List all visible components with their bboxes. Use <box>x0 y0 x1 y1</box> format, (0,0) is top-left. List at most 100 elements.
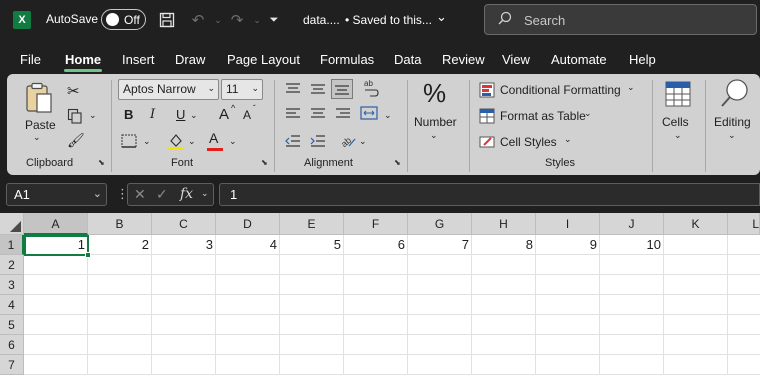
cell-styles-icon[interactable] <box>479 134 495 153</box>
cell-d7[interactable] <box>216 355 280 375</box>
undo-dropdown-icon[interactable]: ⌄ <box>208 10 228 30</box>
fill-color-dropdown-icon[interactable]: ⌄ <box>188 136 196 147</box>
cell-e1[interactable]: 5 <box>280 235 344 255</box>
cell-b1[interactable]: 2 <box>88 235 152 255</box>
cell-e6[interactable] <box>280 335 344 355</box>
tab-view[interactable]: View <box>502 52 530 67</box>
tab-page-layout[interactable]: Page Layout <box>227 52 300 67</box>
cell-b2[interactable] <box>88 255 152 275</box>
insert-function-button[interactable]: fx <box>180 186 193 202</box>
cell-a2[interactable] <box>24 255 88 275</box>
cell-l2[interactable] <box>728 255 760 275</box>
cell-c2[interactable] <box>152 255 216 275</box>
column-header-k[interactable]: K <box>664 213 728 235</box>
cell-d2[interactable] <box>216 255 280 275</box>
cell-e7[interactable] <box>280 355 344 375</box>
cell-i1[interactable]: 9 <box>536 235 600 255</box>
cell-k2[interactable] <box>664 255 728 275</box>
row-header-1[interactable]: 1 <box>0 235 24 255</box>
cell-i6[interactable] <box>536 335 600 355</box>
cells-dropdown-icon[interactable]: ⌄ <box>674 130 682 141</box>
cell-i5[interactable] <box>536 315 600 335</box>
cell-b6[interactable] <box>88 335 152 355</box>
cell-d1[interactable]: 4 <box>216 235 280 255</box>
cell-d3[interactable] <box>216 275 280 295</box>
copy-icon[interactable] <box>67 108 83 127</box>
cell-k7[interactable] <box>664 355 728 375</box>
increase-font-size-button[interactable]: A <box>219 106 229 123</box>
conditional-formatting-button[interactable]: Conditional Formatting <box>500 83 621 97</box>
cell-a3[interactable] <box>24 275 88 295</box>
orientation-icon[interactable]: ab <box>339 131 357 152</box>
tab-review[interactable]: Review <box>442 52 485 67</box>
row-header-7[interactable]: 7 <box>0 355 24 375</box>
cell-g3[interactable] <box>408 275 472 295</box>
column-header-h[interactable]: H <box>472 213 536 235</box>
cells-icon[interactable] <box>664 80 692 111</box>
wrap-text-icon[interactable]: ab <box>362 78 380 101</box>
italic-button[interactable]: I <box>150 107 155 122</box>
cell-b4[interactable] <box>88 295 152 315</box>
align-top-icon[interactable] <box>285 82 301 99</box>
cell-i3[interactable] <box>536 275 600 295</box>
decrease-font-size-button[interactable]: A <box>243 108 251 122</box>
borders-icon[interactable] <box>121 134 137 151</box>
cell-j1[interactable]: 10 <box>600 235 664 255</box>
font-size-select[interactable]: 11 ⌄ <box>221 79 263 100</box>
cancel-icon[interactable]: ✕ <box>134 186 146 203</box>
cell-styles-button[interactable]: Cell Styles <box>500 135 557 149</box>
cell-j5[interactable] <box>600 315 664 335</box>
increase-indent-icon[interactable] <box>310 134 326 151</box>
alignment-launcher-icon[interactable]: ⬊ <box>394 158 401 167</box>
cell-b5[interactable] <box>88 315 152 335</box>
align-center-icon[interactable] <box>310 107 326 124</box>
paste-icon[interactable] <box>25 82 53 117</box>
cut-icon[interactable]: ✂ <box>67 82 80 100</box>
redo-icon[interactable]: ↷ <box>227 10 247 30</box>
cells-button[interactable]: Cells <box>662 115 689 129</box>
column-header-b[interactable]: B <box>88 213 152 235</box>
conditional-formatting-icon[interactable] <box>479 82 495 101</box>
tab-automate[interactable]: Automate <box>551 52 607 67</box>
merge-center-icon[interactable] <box>360 106 378 123</box>
cell-l7[interactable] <box>728 355 760 375</box>
tab-draw[interactable]: Draw <box>175 52 205 67</box>
cell-h3[interactable] <box>472 275 536 295</box>
tab-insert[interactable]: Insert <box>122 52 155 67</box>
function-dropdown-icon[interactable]: ⌄ <box>201 188 209 199</box>
paste-button[interactable]: Paste <box>25 118 56 132</box>
cell-g7[interactable] <box>408 355 472 375</box>
paste-dropdown-icon[interactable]: ⌄ <box>33 132 41 143</box>
cell-f4[interactable] <box>344 295 408 315</box>
select-all-button[interactable] <box>0 213 24 235</box>
cell-d6[interactable] <box>216 335 280 355</box>
row-header-5[interactable]: 5 <box>0 315 24 335</box>
cell-g4[interactable] <box>408 295 472 315</box>
cell-e3[interactable] <box>280 275 344 295</box>
cell-f6[interactable] <box>344 335 408 355</box>
cell-e5[interactable] <box>280 315 344 335</box>
column-header-g[interactable]: G <box>408 213 472 235</box>
align-middle-icon[interactable] <box>310 82 326 99</box>
cell-c3[interactable] <box>152 275 216 295</box>
cell-i7[interactable] <box>536 355 600 375</box>
clipboard-launcher-icon[interactable]: ⬊ <box>98 158 105 167</box>
fill-handle[interactable] <box>85 252 91 258</box>
name-box[interactable]: A1 ⌄ <box>6 183 107 206</box>
enter-icon[interactable]: ✓ <box>156 186 168 203</box>
format-as-table-icon[interactable] <box>479 108 495 127</box>
column-header-j[interactable]: J <box>600 213 664 235</box>
cell-k5[interactable] <box>664 315 728 335</box>
row-header-6[interactable]: 6 <box>0 335 24 355</box>
cell-e4[interactable] <box>280 295 344 315</box>
cell-a7[interactable] <box>24 355 88 375</box>
orientation-dropdown-icon[interactable]: ⌄ <box>359 136 367 147</box>
tab-formulas[interactable]: Formulas <box>320 52 374 67</box>
merge-dropdown-icon[interactable]: ⌄ <box>384 110 392 121</box>
cell-c1[interactable]: 3 <box>152 235 216 255</box>
row-header-4[interactable]: 4 <box>0 295 24 315</box>
cell-k6[interactable] <box>664 335 728 355</box>
cell-h4[interactable] <box>472 295 536 315</box>
cell-f2[interactable] <box>344 255 408 275</box>
cell-i2[interactable] <box>536 255 600 275</box>
